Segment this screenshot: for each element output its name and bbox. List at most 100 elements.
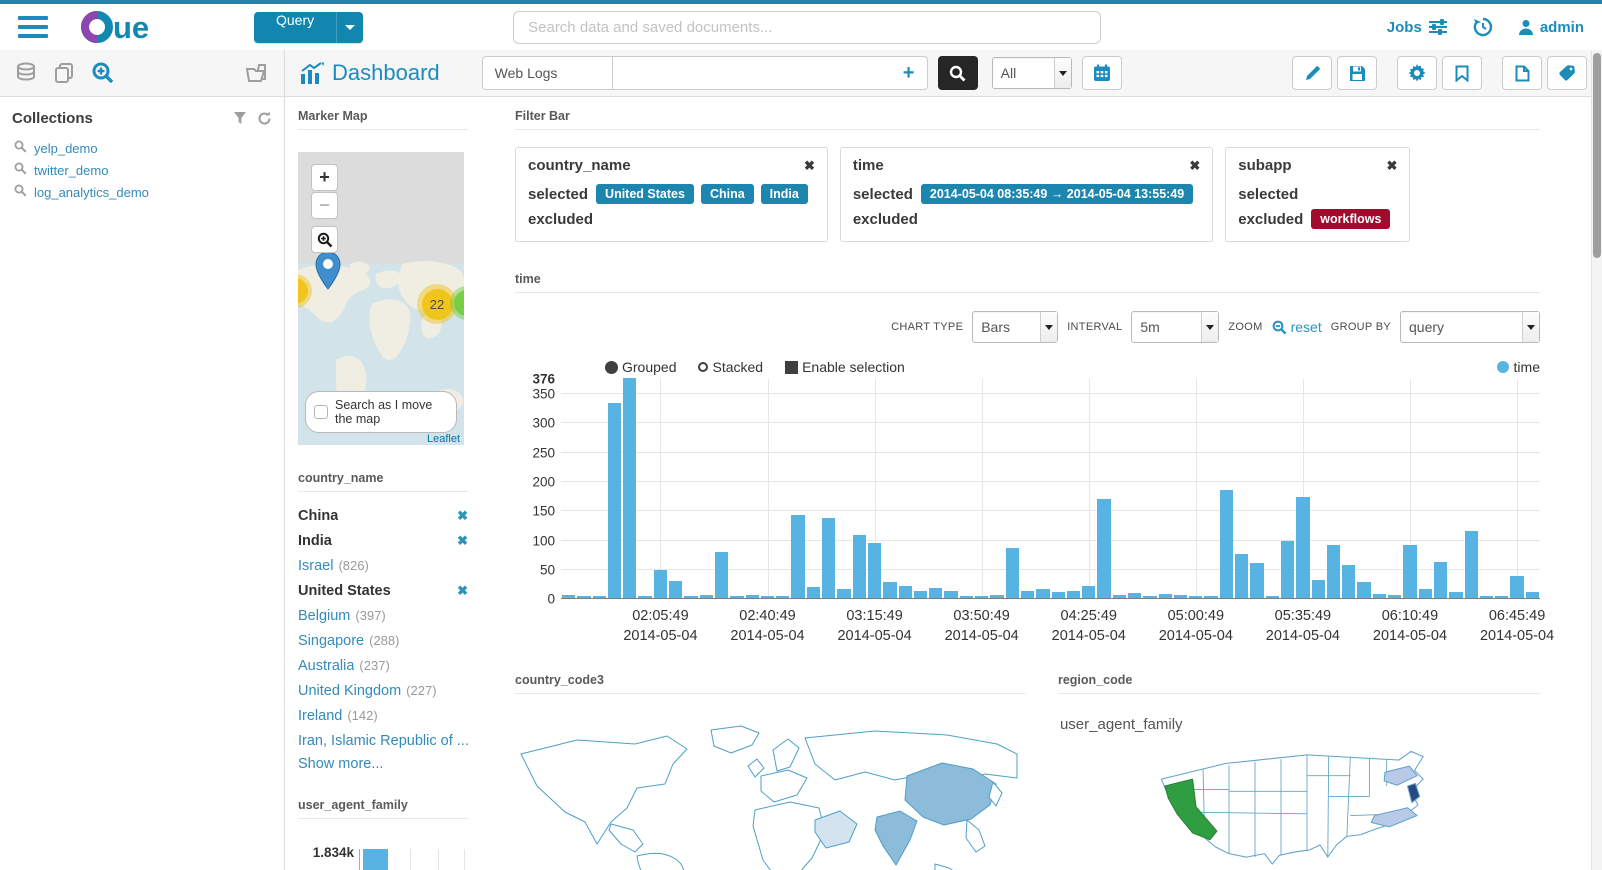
time-bar[interactable] <box>1357 582 1371 598</box>
remove-facet-value-icon[interactable]: ✖ <box>457 506 468 526</box>
map-zoom-in-button[interactable]: + <box>311 164 338 191</box>
time-bar[interactable] <box>1097 498 1111 598</box>
scrollbar-thumb[interactable] <box>1593 53 1601 258</box>
time-bar[interactable] <box>1051 592 1065 598</box>
time-bar[interactable] <box>898 586 912 598</box>
legend-stacked[interactable]: Stacked <box>698 359 763 375</box>
time-bar[interactable] <box>1510 575 1524 598</box>
facet-value-link[interactable]: Australia <box>298 656 354 676</box>
bookmark-button[interactable] <box>1442 56 1482 90</box>
documents-icon[interactable] <box>53 62 75 84</box>
leaflet-attribution[interactable]: Leaflet <box>427 433 460 445</box>
remove-facet-value-icon[interactable]: ✖ <box>457 581 468 601</box>
time-bar[interactable] <box>745 595 759 598</box>
map-marker-pin[interactable] <box>313 251 343 291</box>
time-bar[interactable] <box>1464 530 1478 598</box>
map-zoom-out-button[interactable]: − <box>311 192 338 219</box>
time-chart-plot[interactable] <box>561 378 1540 599</box>
time-bar[interactable] <box>776 596 790 598</box>
time-bar[interactable] <box>714 551 729 598</box>
time-bar[interactable] <box>1326 545 1341 598</box>
us-map[interactable] <box>1058 741 1540 870</box>
filter-badge[interactable]: China <box>700 184 754 204</box>
map-box-zoom-button[interactable] <box>311 226 338 253</box>
collection-item[interactable]: yelp_demo <box>12 137 272 159</box>
bars-container[interactable] <box>561 378 1540 598</box>
time-bar[interactable] <box>1449 592 1463 598</box>
page-scrollbar[interactable] <box>1591 50 1602 870</box>
time-bar[interactable] <box>1036 588 1050 598</box>
filter-badge[interactable]: United States <box>596 184 694 204</box>
facet-value-link[interactable]: Belgium <box>298 606 350 626</box>
time-chart[interactable]: 0 50 100 150 200 250 300 350 376 <box>515 372 1540 607</box>
dashboard-search-button[interactable] <box>937 56 978 90</box>
time-bar[interactable] <box>623 378 637 598</box>
time-bar[interactable] <box>653 569 668 598</box>
query-dropdown-caret[interactable] <box>336 11 364 43</box>
filter-badge[interactable]: workflows <box>1311 209 1391 229</box>
history-icon[interactable] <box>1473 17 1493 37</box>
time-bar[interactable] <box>806 587 821 598</box>
global-search-input[interactable] <box>513 10 1102 44</box>
time-bar[interactable] <box>990 594 1004 598</box>
tags-button[interactable] <box>1547 56 1587 90</box>
time-bar[interactable] <box>1158 593 1172 598</box>
chart-type-select[interactable]: Bars <box>972 311 1059 343</box>
group-by-select[interactable]: query <box>1400 311 1540 343</box>
time-bar[interactable] <box>1005 548 1019 598</box>
time-bar[interactable] <box>852 535 866 598</box>
legend-grouped[interactable]: Grouped <box>605 359 676 375</box>
time-bar[interactable] <box>1020 590 1035 598</box>
time-bar[interactable] <box>913 590 928 598</box>
time-bar[interactable] <box>1235 554 1249 598</box>
time-bar[interactable] <box>1296 497 1310 598</box>
search-as-move-checkbox[interactable] <box>314 405 328 419</box>
time-bar[interactable] <box>730 596 744 598</box>
time-bar[interactable] <box>1418 589 1432 598</box>
time-bar[interactable] <box>1280 541 1295 598</box>
time-bar[interactable] <box>1403 545 1417 598</box>
time-bar[interactable] <box>1388 595 1402 598</box>
time-bar[interactable] <box>669 581 683 598</box>
time-bar[interactable] <box>791 514 805 598</box>
time-bar[interactable] <box>883 581 897 598</box>
hamburger-menu-icon[interactable] <box>18 16 48 38</box>
marker-map[interactable]: + − 5 22 2 Search as I move the map <box>298 152 464 445</box>
time-bar[interactable] <box>1495 596 1509 598</box>
new-document-button[interactable] <box>1502 56 1542 90</box>
remove-facet-value-icon[interactable]: ✖ <box>457 531 468 551</box>
time-bar[interactable] <box>1342 564 1356 598</box>
filter-badge[interactable]: 2014-05-04 08:35:49 → 2014-05-04 13:55:4… <box>920 184 1194 204</box>
time-bar[interactable] <box>1250 562 1264 598</box>
time-bar[interactable] <box>1525 592 1539 598</box>
show-more-link[interactable]: Show more... <box>298 756 468 772</box>
save-dashboard-button[interactable] <box>1337 56 1377 90</box>
interval-select[interactable]: 5m <box>1131 311 1220 343</box>
time-bar[interactable] <box>1265 596 1279 598</box>
time-bar[interactable] <box>607 403 622 598</box>
time-bar[interactable] <box>1311 580 1325 598</box>
filter-badge[interactable]: India <box>760 184 808 204</box>
time-bar[interactable] <box>1173 595 1188 598</box>
time-bar[interactable] <box>867 543 882 598</box>
ua-bar[interactable] <box>363 849 388 870</box>
time-bar[interactable] <box>1479 596 1494 598</box>
dashboard-query-input[interactable] <box>612 57 891 89</box>
scope-select[interactable]: All <box>991 57 1072 89</box>
close-filter-icon[interactable]: ✖ <box>1163 158 1200 174</box>
ua-mini-chart[interactable]: 1.834k 1.6k 1.4k <box>298 837 468 870</box>
time-bar[interactable] <box>684 596 698 598</box>
filter-funnel-icon[interactable] <box>233 111 247 126</box>
edit-dashboard-button[interactable] <box>1292 56 1332 90</box>
time-bar[interactable] <box>975 596 989 598</box>
facet-value-link[interactable]: Ireland <box>298 706 342 726</box>
facet-value-link[interactable]: Singapore <box>298 631 364 651</box>
indexes-icon[interactable] <box>15 62 37 84</box>
legend-enable-selection[interactable]: Enable selection <box>785 359 905 375</box>
refresh-icon[interactable] <box>257 111 272 126</box>
hue-logo[interactable]: ue <box>80 9 178 45</box>
time-bar[interactable] <box>1066 590 1081 598</box>
calendar-button[interactable] <box>1081 56 1122 90</box>
time-bar[interactable] <box>592 596 606 598</box>
time-bar[interactable] <box>837 589 851 598</box>
